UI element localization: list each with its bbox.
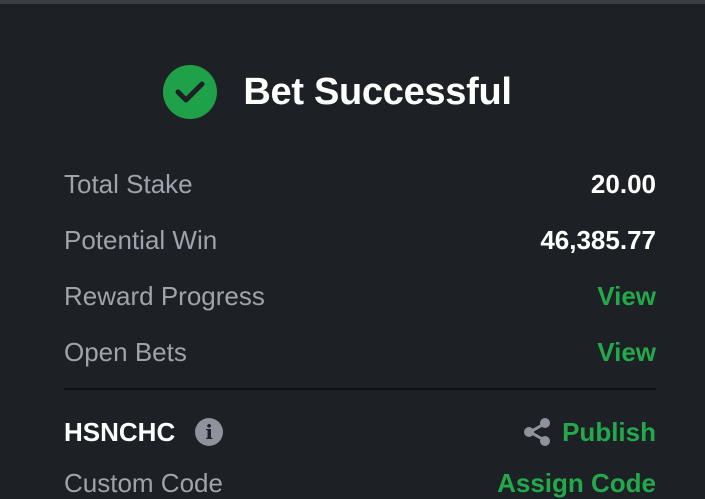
success-header: Bet Successful xyxy=(0,62,705,122)
bet-success-panel: Bet Successful Total Stake 20.00 Potenti… xyxy=(0,4,705,498)
check-circle-icon xyxy=(163,65,218,119)
reward-progress-label: Reward Progress xyxy=(64,280,265,311)
assign-code-link[interactable]: Assign Code xyxy=(497,468,656,498)
open-bets-view-link[interactable]: View xyxy=(597,337,656,368)
reward-progress-row: Reward Progress View xyxy=(64,276,656,316)
custom-code-label: Custom Code xyxy=(64,468,223,498)
potential-win-label: Potential Win xyxy=(64,224,218,255)
publish-button[interactable]: Publish xyxy=(522,417,656,448)
publish-label: Publish xyxy=(562,416,656,447)
total-stake-label: Total Stake xyxy=(64,168,193,199)
potential-win-row: Potential Win 46,385.77 xyxy=(64,220,656,260)
info-icon[interactable]: i xyxy=(195,418,224,446)
custom-code-row: Custom Code Assign Code xyxy=(64,468,656,498)
booking-code-row: HSNCHC i Publish xyxy=(64,412,656,452)
potential-win-value: 46,385.77 xyxy=(540,224,656,255)
share-icon xyxy=(524,418,551,446)
total-stake-value: 20.00 xyxy=(590,168,656,199)
booking-code-group: HSNCHC i xyxy=(64,416,224,448)
reward-progress-view-link[interactable]: View xyxy=(597,281,656,312)
page-title: Bet Successful xyxy=(243,70,512,113)
total-stake-row: Total Stake 20.00 xyxy=(64,164,656,204)
open-bets-label: Open Bets xyxy=(64,336,187,367)
open-bets-row: Open Bets View xyxy=(64,332,656,372)
booking-code: HSNCHC xyxy=(64,416,176,447)
divider xyxy=(64,388,656,390)
